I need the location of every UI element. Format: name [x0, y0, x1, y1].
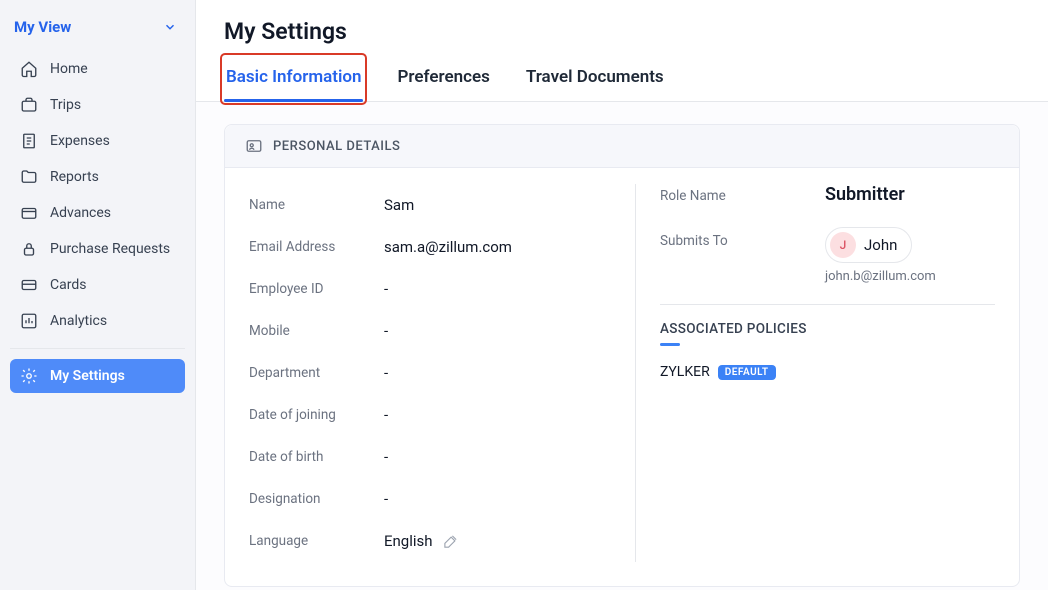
default-badge: DEFAULT	[718, 365, 776, 380]
sidebar-item-label: Purchase Requests	[50, 241, 170, 257]
submits-to-email: john.b@zillum.com	[825, 269, 936, 284]
card-header: PERSONAL DETAILS	[225, 125, 1019, 168]
field-row-date-of-birth: Date of birth-	[249, 436, 611, 478]
submits-to-value: J John john.b@zillum.com	[825, 227, 936, 284]
card-body: NameSamEmail Addresssam.a@zillum.comEmpl…	[225, 168, 1019, 586]
sidebar-item-purchase-requests[interactable]: Purchase Requests	[10, 232, 185, 266]
sidebar-item-trips[interactable]: Trips	[10, 88, 185, 122]
tab-basic-information[interactable]: Basic Information	[224, 57, 363, 101]
sidebar-item-label: Analytics	[50, 313, 107, 329]
card-header-title: PERSONAL DETAILS	[273, 139, 400, 154]
card-icon	[20, 276, 38, 294]
edit-icon[interactable]	[443, 534, 458, 549]
sidebar-item-advances[interactable]: Advances	[10, 196, 185, 230]
role-row: Role Name Submitter	[660, 184, 995, 205]
lock-icon	[20, 240, 38, 258]
sidebar: My View Home Trips Expenses Reports Advances…	[0, 0, 195, 590]
field-label: Language	[249, 533, 384, 549]
sidebar-item-label: Expenses	[50, 133, 110, 149]
sidebar-title: My View	[14, 18, 71, 36]
field-row-mobile: Mobile-	[249, 310, 611, 352]
gear-icon	[20, 367, 38, 385]
chevron-down-icon[interactable]	[163, 20, 177, 34]
tab-travel-documents[interactable]: Travel Documents	[524, 57, 666, 101]
id-card-icon	[245, 137, 263, 155]
divider	[660, 304, 995, 305]
role-value: Submitter	[825, 184, 905, 205]
nav-divider	[10, 348, 185, 349]
sidebar-item-home[interactable]: Home	[10, 52, 185, 86]
policies-list: ZYLKER DEFAULT	[660, 364, 995, 380]
sidebar-item-label: Trips	[50, 97, 81, 113]
sidebar-item-my-settings[interactable]: My Settings	[10, 359, 185, 393]
sidebar-item-label: Cards	[50, 277, 86, 293]
tab-preferences[interactable]: Preferences	[395, 57, 491, 101]
folder-icon	[20, 168, 38, 186]
policies-underline	[660, 343, 680, 346]
field-row-designation: Designation-	[249, 478, 611, 520]
field-row-employee-id: Employee ID-	[249, 268, 611, 310]
field-label: Mobile	[249, 323, 384, 339]
briefcase-icon	[20, 96, 38, 114]
submits-to-label: Submits To	[660, 227, 825, 249]
personal-details-right: Role Name Submitter Submits To J John jo…	[635, 184, 995, 562]
wallet-icon	[20, 204, 38, 222]
avatar: J	[830, 232, 856, 258]
field-label: Email Address	[249, 239, 384, 255]
field-label: Designation	[249, 491, 384, 507]
sidebar-item-label: Home	[50, 61, 88, 77]
field-value: English	[384, 532, 458, 550]
policies-title: ASSOCIATED POLICIES	[660, 321, 995, 337]
sidebar-item-reports[interactable]: Reports	[10, 160, 185, 194]
sidebar-item-label: Advances	[50, 205, 111, 221]
field-label: Employee ID	[249, 281, 384, 297]
field-label: Date of joining	[249, 407, 384, 423]
sidebar-item-cards[interactable]: Cards	[10, 268, 185, 302]
page-title: My Settings	[196, 0, 1048, 57]
policy-item[interactable]: ZYLKER DEFAULT	[660, 364, 995, 380]
user-chip[interactable]: J John	[825, 227, 912, 263]
field-value: sam.a@zillum.com	[384, 238, 512, 256]
field-value: -	[384, 280, 388, 298]
field-row-department: Department-	[249, 352, 611, 394]
field-value: -	[384, 322, 388, 340]
content: PERSONAL DETAILS NameSamEmail Addresssam…	[196, 102, 1048, 590]
policy-name: ZYLKER	[660, 364, 710, 380]
personal-details-left: NameSamEmail Addresssam.a@zillum.comEmpl…	[249, 184, 635, 562]
field-value: -	[384, 448, 388, 466]
user-chip-name: John	[864, 236, 897, 254]
sidebar-item-expenses[interactable]: Expenses	[10, 124, 185, 158]
field-value: -	[384, 490, 388, 508]
sidebar-header[interactable]: My View	[10, 14, 185, 48]
field-label: Name	[249, 197, 384, 213]
field-row-date-of-joining: Date of joining-	[249, 394, 611, 436]
receipt-icon	[20, 132, 38, 150]
field-value: -	[384, 406, 388, 424]
home-icon	[20, 60, 38, 78]
tabs: Basic Information Preferences Travel Docum…	[196, 57, 1048, 102]
sidebar-item-analytics[interactable]: Analytics	[10, 304, 185, 338]
main: My Settings Basic Information Preferences…	[195, 0, 1048, 590]
sidebar-item-label: Reports	[50, 169, 99, 185]
chart-icon	[20, 312, 38, 330]
field-row-name: NameSam	[249, 184, 611, 226]
personal-details-card: PERSONAL DETAILS NameSamEmail Addresssam…	[224, 124, 1020, 587]
field-value: -	[384, 364, 388, 382]
sidebar-nav: Home Trips Expenses Reports Advances Purchase…	[10, 52, 185, 393]
field-label: Date of birth	[249, 449, 384, 465]
field-row-email-address: Email Addresssam.a@zillum.com	[249, 226, 611, 268]
role-label: Role Name	[660, 184, 825, 204]
field-row-language: LanguageEnglish	[249, 520, 611, 562]
field-label: Department	[249, 365, 384, 381]
field-value: Sam	[384, 196, 414, 214]
sidebar-item-label: My Settings	[50, 368, 125, 384]
submits-to-row: Submits To J John john.b@zillum.com	[660, 227, 995, 284]
